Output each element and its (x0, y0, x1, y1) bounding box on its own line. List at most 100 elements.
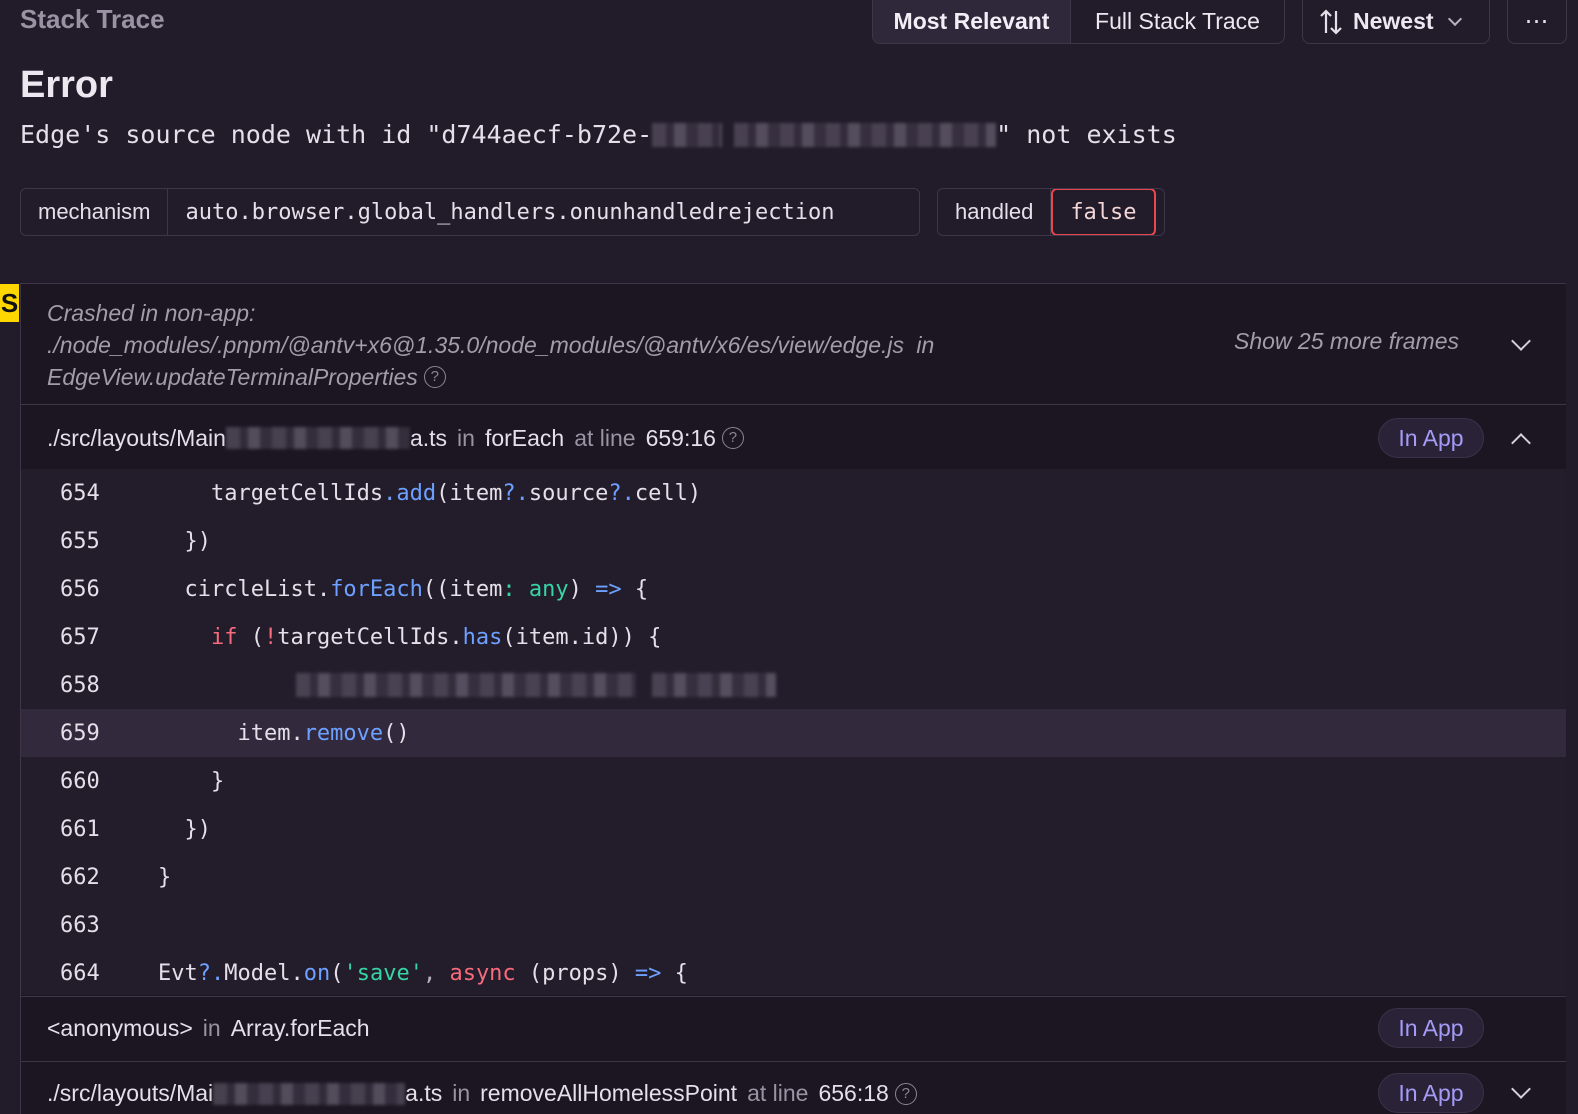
error-message-end: " not exists (996, 120, 1177, 149)
frame-at-line: at line (574, 424, 636, 451)
frame-header[interactable]: ./src/layouts/Mai a.ts in removeAllHomel… (21, 1061, 1566, 1114)
code-token: add (396, 480, 437, 506)
frame-file: ./src/layouts/Mai (47, 1080, 214, 1106)
sort-label: Newest (1353, 8, 1434, 34)
code-line: 660 } (21, 757, 1566, 805)
frame-file: ./src/layouts/Main (47, 424, 226, 451)
frame-header[interactable]: ./src/layouts/Main a.ts in forEach at li… (21, 406, 1566, 470)
line-number: 660 (60, 768, 100, 794)
code-line-highlighted: 659 item. remove() (21, 709, 1566, 757)
code-token: ((item (422, 576, 503, 602)
code-line: 655 }) (21, 517, 1566, 565)
in-app-badge: In App (1378, 1008, 1484, 1048)
tag-key: mechanism (21, 189, 169, 235)
code-text: }) (105, 528, 211, 554)
error-message-start: Edge's source node with id "d744aecf-b72… (20, 120, 653, 149)
more-options-button[interactable]: ⋯ (1507, 0, 1567, 44)
line-number: 654 (60, 480, 100, 506)
code-token: async (436, 960, 516, 986)
code-token: : (502, 576, 516, 602)
code-token: targetCellIds (210, 480, 384, 506)
code-token: (item (436, 480, 503, 506)
code-token: . (383, 480, 397, 506)
code-token: => (581, 576, 622, 602)
code-token: ( (330, 960, 344, 986)
crash-path: ./node_modules/.pnpm/@antv+x6@1.35.0/nod… (47, 332, 905, 358)
code-line: 658 (21, 661, 1566, 709)
line-number: 657 (60, 624, 100, 650)
code-token: on (303, 960, 331, 986)
tag-handled[interactable]: handled false (937, 188, 1165, 236)
redacted-text (225, 427, 410, 449)
redacted-text (213, 1082, 406, 1105)
code-line: 662 } (21, 853, 1566, 901)
code-token: () (383, 720, 410, 746)
line-number: 664 (60, 960, 100, 986)
tag-mechanism[interactable]: mechanism auto.browser.global_handlers.o… (20, 188, 920, 236)
code-line: 657 if (! targetCellIds. has (item.id)) { (21, 613, 1566, 661)
line-number: 655 (60, 528, 100, 554)
line-number: 663 (60, 912, 100, 938)
redacted-code (296, 673, 636, 697)
redacted-text (652, 122, 723, 147)
error-type: Error (20, 64, 113, 106)
frame-line: 659:16 (645, 424, 716, 451)
code-token: targetCellIds (277, 624, 450, 650)
code-token: => (621, 960, 662, 986)
in-app-badge: In App (1378, 1073, 1484, 1113)
frame-file: <anonymous> (47, 1015, 193, 1041)
code-token: has (462, 624, 503, 650)
code-token: . (316, 576, 331, 602)
crash-in: in (916, 332, 935, 358)
code-line: 654 targetCellIds. add (item?. source?. cell… (21, 469, 1566, 517)
line-number: 659 (60, 720, 100, 746)
chevron-down-icon[interactable] (1511, 1079, 1531, 1099)
code-token: ) (568, 576, 582, 602)
frame-function: forEach (484, 424, 565, 451)
section-title: Stack Trace (20, 4, 165, 34)
sentry-badge: S (0, 284, 19, 322)
code-token: Model (224, 960, 291, 986)
code-token: cell) (634, 480, 702, 506)
code-token: 'save' (343, 960, 423, 986)
crashed-frame-summary[interactable]: Crashed in non-app: ./node_modules/.pnpm… (21, 284, 1566, 405)
code-token: Evt (157, 960, 198, 986)
frame-in: in (457, 424, 475, 451)
code-text: } (105, 864, 172, 890)
frame-header[interactable]: <anonymous> in Array.forEach In App (21, 996, 1566, 1060)
frame-in: in (452, 1080, 471, 1106)
line-number: 658 (60, 672, 100, 698)
code-token: { (661, 960, 688, 986)
stack-view-toggle: Most Relevant Full Stack Trace (872, 0, 1285, 44)
code-token: ( (237, 624, 264, 650)
help-icon[interactable]: ? (423, 366, 446, 388)
tab-full-stack-trace[interactable]: Full Stack Trace (1071, 0, 1284, 43)
error-message: Edge's source node with id "d744aecf-b72… (20, 120, 1177, 149)
tag-key: handled (938, 189, 1052, 235)
tag-value: auto.browser.global_handlers.onunhandled… (185, 199, 835, 225)
frame-at-line: at line (747, 1080, 809, 1106)
more-icon: ⋯ (1524, 8, 1550, 35)
chevron-up-icon[interactable] (1511, 433, 1531, 453)
redacted-code (652, 673, 776, 697)
sort-dropdown[interactable]: Newest (1302, 0, 1490, 44)
code-line: 656 circleList. forEach ((item: any) => { (21, 565, 1566, 613)
code-token: . (449, 624, 463, 650)
frame-line: 656:18 (818, 1080, 889, 1106)
chevron-down-icon (1447, 11, 1462, 26)
help-icon[interactable]: ? (894, 1082, 917, 1105)
help-icon[interactable]: ? (721, 427, 744, 449)
frame-file-end: a.ts (409, 424, 448, 451)
sort-icon (1320, 8, 1342, 35)
tab-most-relevant[interactable]: Most Relevant (873, 0, 1071, 43)
frame-function: Array.forEach (230, 1015, 370, 1041)
chevron-down-icon[interactable] (1511, 331, 1531, 351)
code-token: any (515, 576, 569, 602)
show-more-frames-link[interactable]: Show 25 more frames (1234, 328, 1459, 355)
frame-function: removeAllHomelessPoint (480, 1080, 738, 1106)
